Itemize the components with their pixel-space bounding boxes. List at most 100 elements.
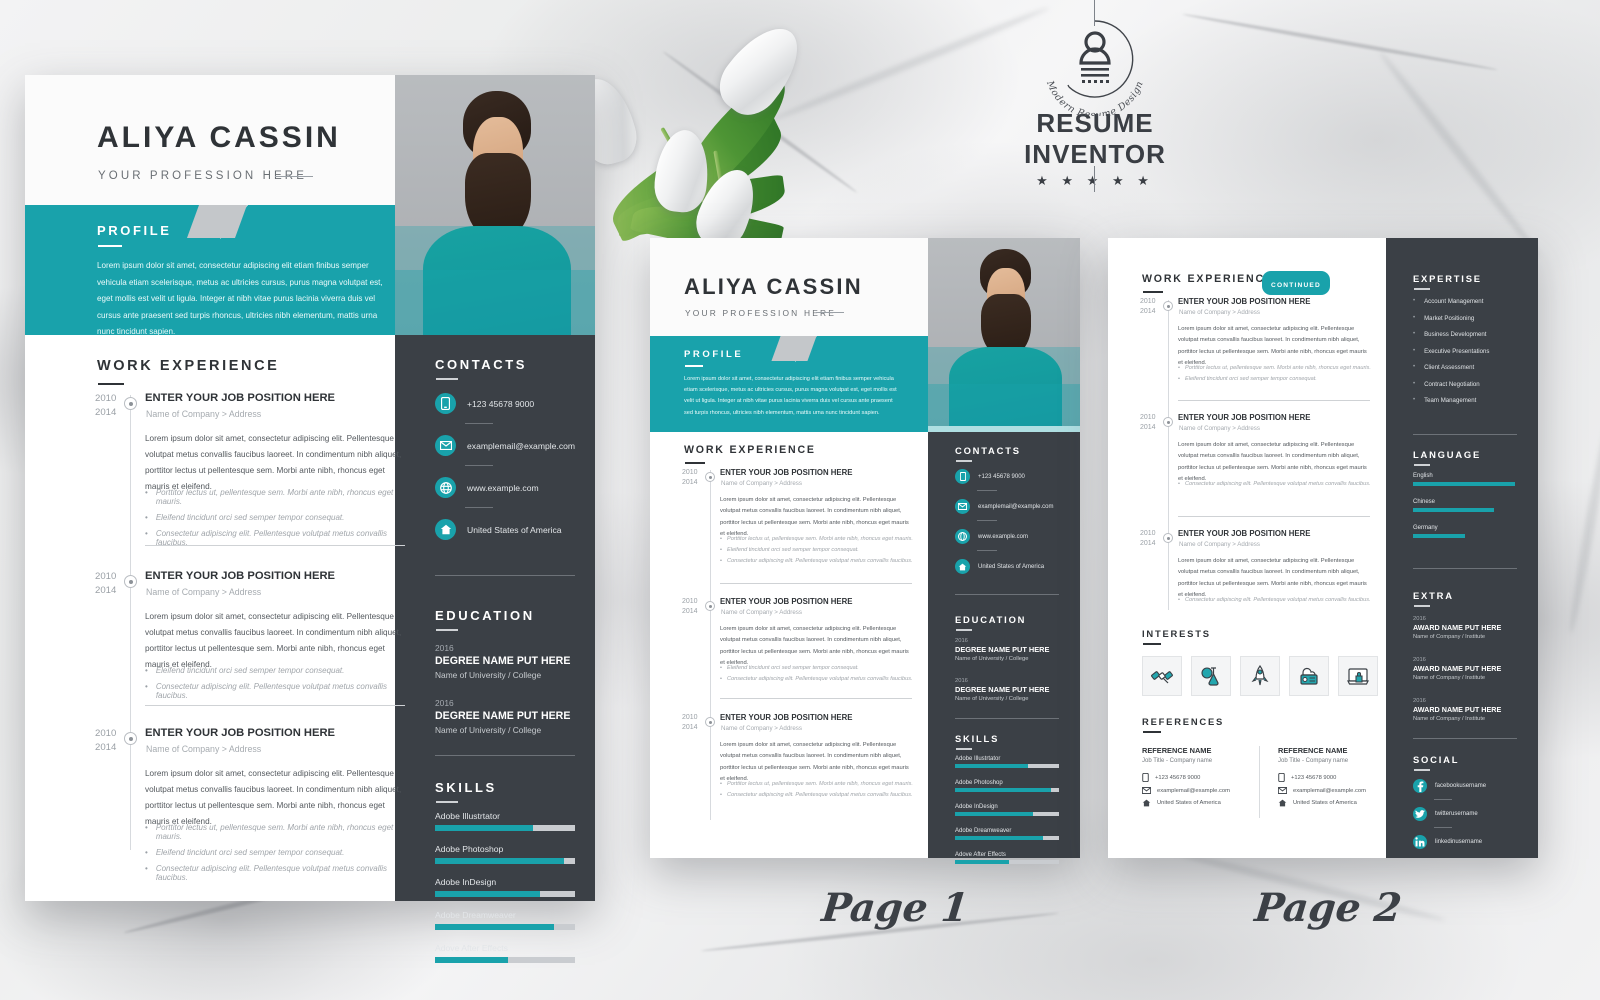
expertise-label: Team Management bbox=[1424, 397, 1477, 404]
skill-bar-fill bbox=[955, 860, 1010, 864]
education-entry: 2016 DEGREE NAME PUT HERE Name of Univer… bbox=[955, 678, 1049, 702]
work-body: Lorem ipsum dolor sit amet, consectetur … bbox=[720, 626, 909, 666]
candidate-name: ALIYA CASSIN bbox=[97, 121, 341, 154]
profile-panel-overlay bbox=[928, 384, 1080, 432]
linkedin-icon bbox=[1413, 835, 1427, 849]
extra-heading-rule bbox=[1414, 605, 1430, 607]
reference-contact-row[interactable]: United States of America bbox=[1142, 799, 1254, 807]
bullet-dot: • bbox=[145, 848, 148, 857]
expertise-label: Contract Negotiation bbox=[1424, 380, 1480, 388]
email-icon bbox=[1278, 787, 1287, 794]
home-icon bbox=[1278, 799, 1287, 807]
work-company: Name of Company > Address bbox=[721, 480, 802, 487]
work-year-to: 2014 bbox=[1140, 540, 1156, 547]
profile-heading: PROFILE bbox=[684, 349, 744, 360]
skill-row: Adobe Dreamweaver bbox=[955, 828, 1059, 840]
contact-item[interactable]: examplemail@example.com bbox=[955, 499, 1053, 514]
reference-entry: REFERENCE NAME Job Title - Company name … bbox=[1278, 746, 1390, 807]
bullet-text: Consectetur adipiscing elit. Pellentesqu… bbox=[1184, 481, 1371, 487]
work-bullet: • Eleifend tincidunt orci sed semper temp… bbox=[720, 665, 916, 671]
divider-tick-top bbox=[1094, 0, 1095, 26]
work-bullet: • Porttitor lectus ut, pellentesque sem.… bbox=[145, 823, 410, 841]
work-year-to: 2014 bbox=[682, 479, 698, 486]
interest-tile[interactable] bbox=[1338, 656, 1378, 696]
language-bar-fill bbox=[1413, 508, 1495, 512]
skill-row: Adove After Effects bbox=[955, 852, 1059, 864]
work-year-from: 2010 bbox=[1140, 298, 1156, 305]
social-item[interactable]: twitterusername bbox=[1413, 807, 1478, 821]
expertise-heading-rule bbox=[1414, 288, 1430, 290]
interest-tile[interactable] bbox=[1240, 656, 1280, 696]
work-timeline-dot bbox=[124, 397, 137, 410]
work-title: ENTER YOUR JOB POSITION HERE bbox=[1178, 413, 1311, 422]
brand-title: RESUME INVENTOR bbox=[1024, 108, 1166, 169]
sidebar-divider bbox=[435, 575, 575, 576]
contact-item[interactable]: +123 45678 9000 bbox=[435, 393, 534, 414]
skill-label: Adobe Dreamweaver bbox=[435, 910, 516, 920]
education-school: Name of University / College bbox=[955, 656, 1029, 662]
reference-contact-row[interactable]: examplemail@example.com bbox=[1142, 787, 1254, 794]
reference-contact-row[interactable]: United States of America bbox=[1278, 799, 1390, 807]
bullet-text: Consectetur adipiscing elit. Pellentesqu… bbox=[726, 792, 913, 798]
bullet-text: Eleifend tincidunt orci sed semper tempo… bbox=[726, 547, 859, 553]
social-heading-rule bbox=[1414, 769, 1430, 771]
work-bullet: • Consectetur adipiscing elit. Pellentes… bbox=[145, 864, 410, 882]
social-item[interactable]: linkedinusername bbox=[1413, 835, 1482, 849]
skill-row: Adove After Effects bbox=[435, 943, 575, 963]
email-icon bbox=[435, 435, 456, 456]
bullet-text: Consectetur adipiscing elit. Pellentesqu… bbox=[726, 676, 913, 682]
work-title: ENTER YOUR JOB POSITION HERE bbox=[145, 727, 336, 739]
profile-heading-rule bbox=[98, 245, 122, 247]
home-icon bbox=[1142, 799, 1151, 807]
bullet-text: Consectetur adipiscing elit. Pellentesqu… bbox=[1184, 597, 1371, 603]
bullet-dot: • bbox=[1178, 481, 1180, 487]
skill-label: Adobe Illustrtator bbox=[435, 811, 500, 821]
contact-item[interactable]: www.example.com bbox=[955, 529, 1028, 544]
work-year-from: 2010 bbox=[1140, 530, 1156, 537]
contact-divider bbox=[977, 490, 997, 491]
language-row: Germany bbox=[1413, 525, 1517, 538]
bullet-text: Porttitor lectus ut, pellentesque sem. M… bbox=[155, 823, 394, 841]
work-divider bbox=[145, 545, 405, 546]
work-timeline-dot bbox=[124, 732, 137, 745]
work-year-to: 2014 bbox=[95, 585, 117, 596]
contact-value: +123 45678 9000 bbox=[978, 473, 1025, 480]
work-timeline-axis bbox=[710, 470, 711, 820]
social-item[interactable]: facebookusername bbox=[1413, 779, 1486, 793]
work-bullet: • Consectetur adipiscing elit. Pellentesq… bbox=[1178, 597, 1374, 603]
extra-year: 2016 bbox=[1413, 616, 1426, 622]
work-body: Lorem ipsum dolor sit amet, consectetur … bbox=[1178, 326, 1367, 366]
interest-tile[interactable] bbox=[1289, 656, 1329, 696]
contact-item[interactable]: examplemail@example.com bbox=[435, 435, 575, 456]
extra-award: AWARD NAME PUT HERE bbox=[1413, 623, 1502, 632]
work-year-from: 2010 bbox=[95, 728, 117, 739]
interest-tile[interactable] bbox=[1142, 656, 1182, 696]
bullet-dot: • bbox=[145, 823, 148, 832]
work-bullet: • Eleifend tincidunt orci sed semper tem… bbox=[145, 666, 410, 675]
references-heading: REFERENCES bbox=[1142, 716, 1225, 727]
contact-item[interactable]: United States of America bbox=[955, 559, 1044, 574]
work-bullet: • Porttitor lectus ut, pellentesque sem. … bbox=[720, 781, 916, 787]
interest-tile[interactable] bbox=[1191, 656, 1231, 696]
work-timeline-axis bbox=[1168, 300, 1169, 610]
email-icon bbox=[955, 499, 970, 514]
continued-badge-label: CONTINUED bbox=[1271, 282, 1321, 289]
bullet-dot: • bbox=[720, 547, 722, 553]
globe-icon bbox=[955, 529, 970, 544]
skill-row: Adobe Photoshop bbox=[955, 780, 1059, 792]
reference-contact-row[interactable]: examplemail@example.com bbox=[1278, 787, 1390, 794]
language-bar-fill bbox=[1413, 482, 1515, 486]
contact-item[interactable]: www.example.com bbox=[435, 477, 539, 498]
contact-item[interactable]: United States of America bbox=[435, 519, 562, 540]
reference-contact-row[interactable]: +123 45678 9000 bbox=[1278, 773, 1390, 782]
work-company: Name of Company > Address bbox=[146, 409, 262, 419]
reference-contact-row[interactable]: +123 45678 9000 bbox=[1142, 773, 1254, 782]
contact-value: examplemail@example.com bbox=[978, 503, 1054, 510]
contact-item[interactable]: +123 45678 9000 bbox=[955, 469, 1025, 484]
skill-bar-track bbox=[955, 764, 1059, 768]
education-school: Name of University / College bbox=[955, 696, 1029, 702]
work-bullet: • Eleifend tincidunt orci sed semper temp… bbox=[720, 547, 916, 553]
skill-bar-fill bbox=[955, 812, 1033, 816]
contacts-heading: CONTACTS bbox=[955, 445, 1021, 456]
continued-badge: CONTINUED bbox=[1262, 271, 1330, 295]
